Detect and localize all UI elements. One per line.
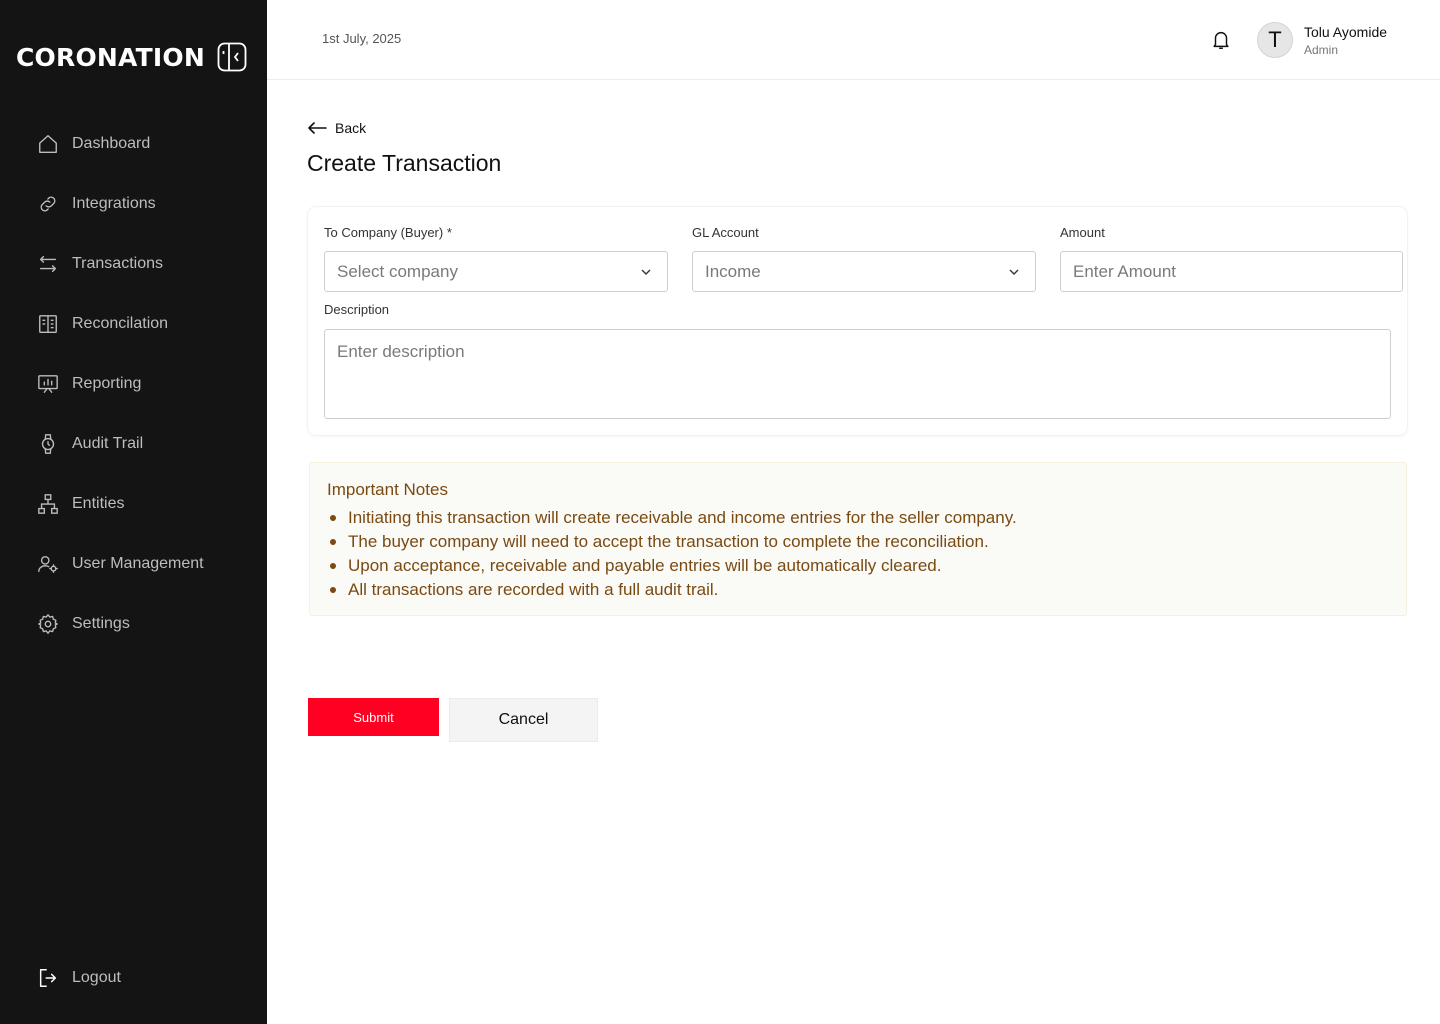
bullet-icon bbox=[330, 539, 336, 545]
notifications-button[interactable] bbox=[1208, 27, 1234, 53]
home-icon bbox=[36, 132, 60, 156]
sidebar-nav: Dashboard Integrations Transactions Reco… bbox=[0, 114, 267, 654]
list-item: Upon acceptance, receivable and payable … bbox=[327, 554, 1390, 578]
link-icon bbox=[36, 192, 60, 216]
note-text: The buyer company will need to accept th… bbox=[348, 532, 989, 551]
sidebar-collapse-icon bbox=[217, 42, 247, 72]
note-text: All transactions are recorded with a ful… bbox=[348, 580, 719, 599]
back-link[interactable]: Back bbox=[307, 117, 366, 139]
sidebar-item-dashboard[interactable]: Dashboard bbox=[0, 114, 267, 174]
company-select[interactable]: Select company bbox=[324, 251, 668, 292]
sidebar-item-label: Integrations bbox=[72, 195, 156, 212]
cancel-button[interactable]: Cancel bbox=[449, 698, 598, 742]
back-label: Back bbox=[335, 120, 367, 136]
sidebar-item-audit-trail[interactable]: Audit Trail bbox=[0, 414, 267, 474]
brand-logo: CORONATION bbox=[16, 42, 205, 72]
sidebar-item-reporting[interactable]: Reporting bbox=[0, 354, 267, 414]
logout-label: Logout bbox=[72, 969, 121, 986]
sidebar-item-integrations[interactable]: Integrations bbox=[0, 174, 267, 234]
sidebar: CORONATION Dashboard Integrations Transa… bbox=[0, 0, 267, 1024]
list-item: The buyer company will need to accept th… bbox=[327, 530, 1390, 554]
sidebar-item-entities[interactable]: Entities bbox=[0, 474, 267, 534]
ledger-icon bbox=[36, 312, 60, 336]
sidebar-item-reconcilation[interactable]: Reconcilation bbox=[0, 294, 267, 354]
sidebar-item-label: Transactions bbox=[72, 255, 163, 272]
note-text: Upon acceptance, receivable and payable … bbox=[348, 556, 942, 575]
user-gear-icon bbox=[36, 552, 60, 576]
sidebar-item-label: Settings bbox=[72, 615, 130, 632]
top-header: 1st July, 2025 T Tolu Ayomide Admin bbox=[267, 0, 1440, 80]
page-title: Create Transaction bbox=[307, 150, 502, 176]
list-item: Initiating this transaction will create … bbox=[327, 506, 1390, 530]
sidebar-item-label: Entities bbox=[72, 495, 125, 512]
hierarchy-icon bbox=[36, 492, 60, 516]
note-text: Initiating this transaction will create … bbox=[348, 508, 1017, 527]
gl-account-label: GL Account bbox=[692, 225, 759, 240]
notes-list: Initiating this transaction will create … bbox=[327, 506, 1390, 602]
notes-title: Important Notes bbox=[327, 480, 448, 499]
chevron-down-icon bbox=[639, 265, 653, 279]
user-role: Admin bbox=[1304, 43, 1339, 57]
sidebar-item-settings[interactable]: Settings bbox=[0, 594, 267, 654]
bell-icon bbox=[1213, 32, 1229, 49]
bullet-icon bbox=[330, 563, 336, 569]
company-select-value: Select company bbox=[337, 261, 458, 281]
current-date: 1st July, 2025 bbox=[322, 31, 402, 46]
watch-icon bbox=[36, 432, 60, 456]
description-field-wrapper bbox=[324, 329, 1391, 419]
user-name: Tolu Ayomide bbox=[1304, 24, 1388, 40]
avatar[interactable]: T bbox=[1257, 22, 1293, 58]
sidebar-item-label: User Management bbox=[72, 555, 204, 572]
presentation-chart-icon bbox=[36, 372, 60, 396]
amount-input[interactable] bbox=[1073, 261, 1402, 282]
sidebar-item-label: Reporting bbox=[72, 375, 142, 392]
list-item: All transactions are recorded with a ful… bbox=[327, 578, 1390, 602]
arrows-swap-icon bbox=[36, 252, 60, 276]
gl-account-select[interactable]: Income bbox=[692, 251, 1036, 292]
logout-icon bbox=[36, 966, 60, 990]
sidebar-item-transactions[interactable]: Transactions bbox=[0, 234, 267, 294]
amount-label: Amount bbox=[1060, 225, 1105, 240]
gear-icon bbox=[36, 612, 60, 636]
sidebar-item-label: Dashboard bbox=[72, 135, 151, 152]
bullet-icon bbox=[330, 515, 336, 521]
gl-account-select-value: Income bbox=[705, 261, 761, 281]
arrow-left-icon bbox=[308, 122, 327, 134]
sidebar-collapse-button[interactable] bbox=[216, 41, 248, 73]
amount-field-wrapper bbox=[1060, 251, 1403, 292]
logout-button[interactable]: Logout bbox=[36, 964, 121, 992]
sidebar-item-label: Reconcilation bbox=[72, 315, 169, 332]
company-label: To Company (Buyer) * bbox=[324, 225, 452, 240]
chevron-down-icon bbox=[1007, 265, 1021, 279]
sidebar-item-label: Audit Trail bbox=[72, 435, 144, 452]
description-input[interactable] bbox=[337, 342, 1378, 406]
logo-row: CORONATION bbox=[16, 40, 248, 74]
bullet-icon bbox=[330, 587, 336, 593]
transaction-form: To Company (Buyer) * Select company GL A… bbox=[308, 207, 1407, 435]
sidebar-item-user-management[interactable]: User Management bbox=[0, 534, 267, 594]
description-label: Description bbox=[324, 302, 390, 317]
important-notes: Important Notes Initiating this transact… bbox=[309, 462, 1407, 616]
submit-button[interactable]: Submit bbox=[308, 698, 439, 736]
